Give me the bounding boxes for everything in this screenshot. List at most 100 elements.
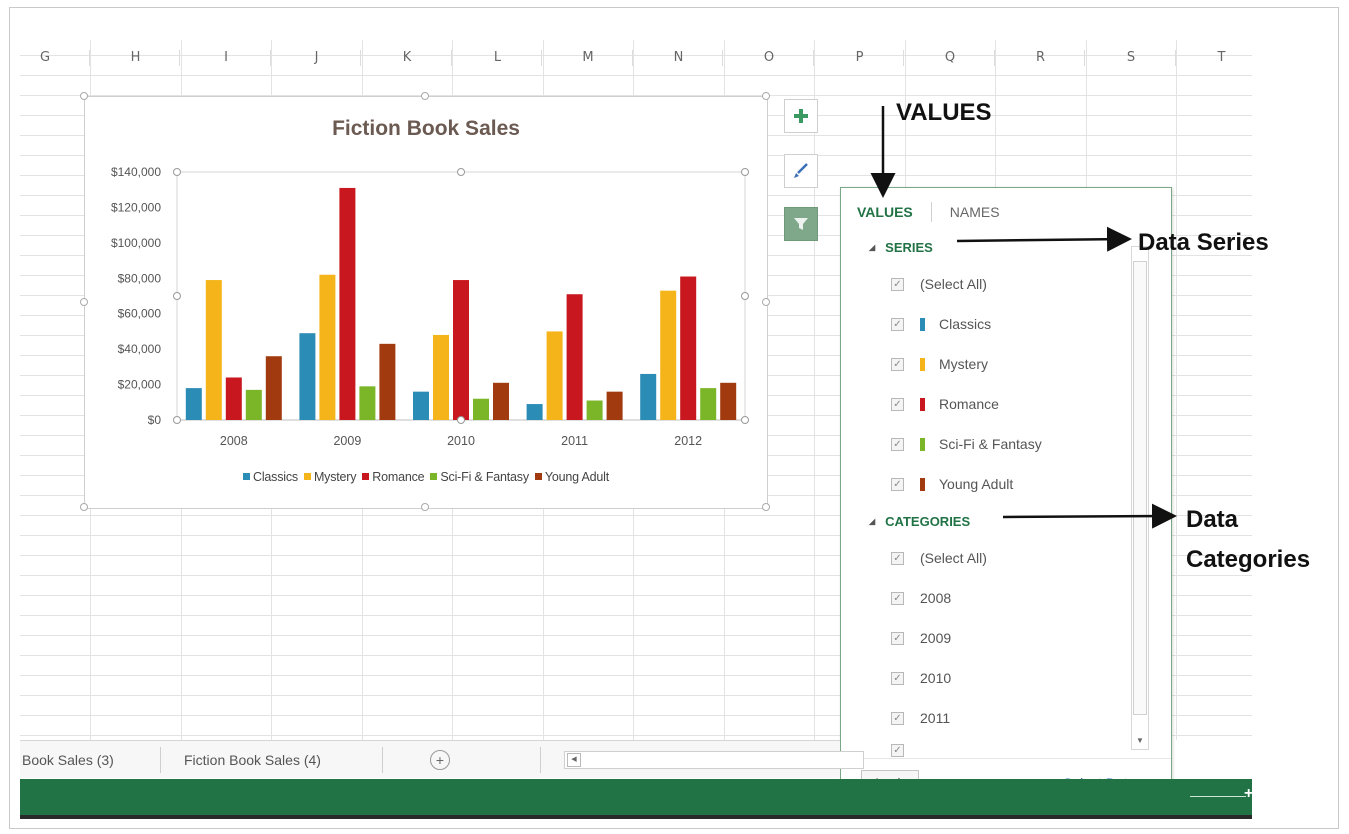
- plot-area[interactable]: $0 $20,000 $40,000 $60,000 $80,000 $100,000 $1…: [85, 97, 769, 510]
- bar-mystery-2009[interactable]: [319, 274, 336, 420]
- column-header-divider[interactable]: [903, 50, 904, 66]
- add-sheet-icon[interactable]: +: [430, 750, 450, 770]
- column-header-divider[interactable]: [993, 50, 995, 66]
- checkbox[interactable]: ✓: [891, 277, 904, 291]
- tab-values[interactable]: VALUES: [857, 204, 913, 220]
- x-tick-label[interactable]: 2009: [333, 434, 361, 448]
- checkbox[interactable]: ✓: [891, 743, 904, 757]
- series-filter-item[interactable]: ✓ (Select All): [891, 273, 987, 295]
- bar-mystery-2008[interactable]: [205, 280, 222, 420]
- bar-romance-2010[interactable]: [453, 280, 469, 420]
- plot-resize-handle[interactable]: [173, 292, 181, 300]
- chart-resize-handle[interactable]: [80, 92, 88, 100]
- y-tick-label[interactable]: $40,000: [118, 342, 162, 356]
- legend-item[interactable]: Mystery: [303, 470, 356, 484]
- checkbox[interactable]: ✓: [891, 671, 904, 685]
- category-filter-item[interactable]: ✓ (Select All): [891, 547, 987, 569]
- checkbox[interactable]: ✓: [891, 397, 904, 411]
- column-header-divider[interactable]: [812, 50, 814, 66]
- y-tick-label[interactable]: $20,000: [118, 378, 162, 392]
- column-header-p[interactable]: P: [815, 42, 905, 74]
- column-header-divider[interactable]: [269, 50, 271, 66]
- column-header-divider[interactable]: [88, 50, 90, 66]
- bar-classics-2011[interactable]: [526, 404, 543, 420]
- column-header-divider[interactable]: [360, 50, 361, 66]
- bar-mystery-2011[interactable]: [546, 331, 563, 420]
- column-header-divider[interactable]: [179, 50, 180, 66]
- bar-romance-2009[interactable]: [339, 187, 356, 420]
- scroll-left-arrow-icon[interactable]: ◀: [567, 753, 581, 767]
- bar-young-adult-2011[interactable]: [606, 391, 623, 420]
- chart-resize-handle[interactable]: [762, 297, 770, 306]
- checkbox[interactable]: ✓: [891, 437, 904, 451]
- checkbox[interactable]: ✓: [891, 357, 904, 371]
- series-filter-item[interactable]: ✓ Mystery: [891, 353, 988, 375]
- zoom-in-icon[interactable]: +: [1244, 785, 1253, 803]
- bar-classics-2008[interactable]: [185, 388, 202, 420]
- legend-item[interactable]: Romance: [362, 470, 425, 484]
- bar-sci-fi-fantasy-2008[interactable]: [245, 389, 262, 420]
- chart-area[interactable]: Fiction Book Sales $0 $20,000 $40,000 $60,0…: [80, 92, 770, 511]
- bar-sci-fi-fantasy-2009[interactable]: [359, 386, 376, 420]
- chart-resize-handle[interactable]: [762, 92, 770, 100]
- plot-resize-handle[interactable]: [173, 416, 181, 424]
- bar-sci-fi-fantasy-2011[interactable]: [586, 400, 603, 420]
- series-filter-item[interactable]: ✓ Sci-Fi & Fantasy: [891, 433, 1042, 455]
- chart-resize-handle[interactable]: [421, 503, 429, 511]
- bar-classics-2012[interactable]: [640, 373, 657, 420]
- plot-resize-handle[interactable]: [741, 168, 749, 176]
- scroll-thumb[interactable]: [1133, 261, 1147, 715]
- bar-classics-2010[interactable]: [413, 391, 429, 420]
- chart-filters-button[interactable]: [784, 207, 818, 241]
- column-header-divider[interactable]: [631, 50, 633, 66]
- bar-romance-2011[interactable]: [566, 294, 583, 420]
- series-filter-item[interactable]: ✓ Romance: [891, 393, 999, 415]
- column-header-h[interactable]: H: [91, 42, 181, 74]
- scroll-down-arrow-icon[interactable]: ▼: [1133, 734, 1147, 748]
- column-header-divider[interactable]: [541, 50, 542, 66]
- chart-styles-button[interactable]: [784, 154, 818, 188]
- y-tick-label[interactable]: $80,000: [118, 271, 162, 285]
- column-header-divider[interactable]: [722, 50, 723, 66]
- category-filter-item[interactable]: ✓ 2011: [891, 707, 950, 729]
- y-tick-label[interactable]: $140,000: [111, 165, 161, 179]
- bar-mystery-2010[interactable]: [433, 334, 449, 420]
- series-filter-item[interactable]: ✓ Classics: [891, 313, 991, 335]
- y-tick-label[interactable]: $0: [148, 413, 162, 427]
- column-header-divider[interactable]: [1174, 50, 1176, 66]
- chart-legend[interactable]: Classics Mystery Romance Sci-Fi & Fantasy Yo…: [85, 469, 767, 484]
- plot-resize-handle[interactable]: [741, 416, 749, 424]
- bar-young-adult-2008[interactable]: [265, 356, 282, 420]
- checkbox[interactable]: ✓: [891, 551, 904, 565]
- bar-young-adult-2010[interactable]: [493, 382, 509, 420]
- legend-item[interactable]: Classics: [243, 470, 298, 484]
- plot-resize-handle[interactable]: [457, 416, 465, 424]
- bar-sci-fi-fantasy-2010[interactable]: [473, 398, 489, 420]
- series-section-header[interactable]: ◢ SERIES: [869, 240, 933, 255]
- bar-mystery-2012[interactable]: [660, 290, 677, 420]
- chart-resize-handle[interactable]: [421, 92, 429, 100]
- checkbox[interactable]: ✓: [891, 631, 904, 645]
- column-header-k[interactable]: K: [362, 42, 452, 74]
- series-filter-item[interactable]: ✓ Young Adult: [891, 473, 1013, 495]
- category-filter-item[interactable]: ✓ 2010: [891, 667, 951, 689]
- x-tick-label[interactable]: 2010: [447, 434, 475, 448]
- sheet-tab-book-sales-3[interactable]: Book Sales (3): [22, 741, 114, 779]
- column-header-r[interactable]: R: [996, 42, 1086, 74]
- column-header-o[interactable]: O: [724, 42, 814, 74]
- chart-resize-handle[interactable]: [762, 503, 770, 511]
- x-tick-label[interactable]: 2011: [561, 434, 588, 448]
- category-filter-item[interactable]: ✓ 2009: [891, 627, 951, 649]
- column-header-divider[interactable]: [1084, 50, 1085, 66]
- legend-item[interactable]: Young Adult: [534, 470, 609, 484]
- chart-elements-button[interactable]: [784, 99, 818, 133]
- category-item-partial[interactable]: ✓: [891, 743, 920, 757]
- category-filter-item[interactable]: ✓ 2008: [891, 587, 951, 609]
- legend-item[interactable]: Sci-Fi & Fantasy: [430, 470, 529, 484]
- column-header-m[interactable]: M: [543, 42, 633, 74]
- plot-resize-handle[interactable]: [457, 168, 465, 176]
- bar-romance-2012[interactable]: [680, 276, 697, 420]
- y-tick-label[interactable]: $100,000: [111, 236, 161, 250]
- categories-section-header[interactable]: ◢ CATEGORIES: [869, 514, 970, 529]
- checkbox[interactable]: ✓: [891, 591, 904, 605]
